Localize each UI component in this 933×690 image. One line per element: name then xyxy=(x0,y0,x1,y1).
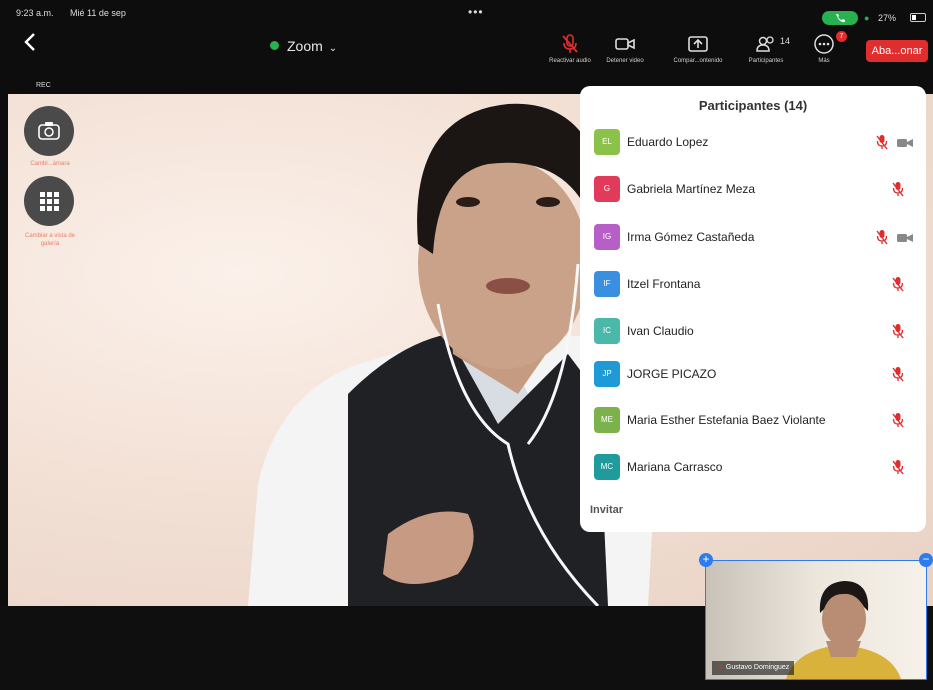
battery-percent: 27% xyxy=(878,13,897,23)
participant-row[interactable]: ME Maria Esther Estefania Baez Violante xyxy=(580,400,926,440)
multitask-dots-icon[interactable]: ••• xyxy=(468,5,484,19)
participant-name: Gabriela Martínez Meza xyxy=(627,182,756,196)
participant-name: Maria Esther Estefania Baez Violante xyxy=(627,413,826,427)
muted-mic-icon: ✕ xyxy=(717,664,723,671)
muted-mic-icon xyxy=(876,134,888,155)
chevron-down-icon: ⌄ xyxy=(328,43,338,54)
participant-row[interactable]: IC Ivan Claudio xyxy=(580,311,926,351)
share-content-label: Compar...ontenido xyxy=(673,58,723,64)
muted-mic-icon xyxy=(892,412,904,433)
grid-icon xyxy=(40,192,59,211)
unmute-label: Reactivar audio xyxy=(549,58,591,64)
expand-thumbnail-button[interactable]: + xyxy=(699,553,713,567)
switch-camera-icon xyxy=(38,122,60,140)
participant-avatar: IF xyxy=(594,271,620,297)
participant-avatar: IG xyxy=(594,224,620,250)
participant-avatar: JP xyxy=(594,361,620,387)
back-button[interactable] xyxy=(22,32,42,54)
self-view-name-tag: ✕ Gustavo Dominguez xyxy=(712,661,795,675)
muted-mic-icon xyxy=(892,366,904,387)
chevron-left-icon xyxy=(24,33,35,51)
participant-avatar: ME xyxy=(594,407,620,433)
meeting-title[interactable]: Zoom ⌄ xyxy=(270,38,337,54)
participants-count: 14 xyxy=(780,36,791,46)
muted-mic-icon xyxy=(892,323,904,344)
participant-row[interactable]: JP JORGE PICAZO xyxy=(580,354,926,394)
switch-camera-button[interactable] xyxy=(24,106,74,156)
stop-video-label: Detener video xyxy=(606,58,644,64)
participant-avatar: MC xyxy=(594,454,620,480)
security-shield-icon xyxy=(270,41,279,50)
participant-avatar: IC xyxy=(594,318,620,344)
self-view-name: Gustavo Dominguez xyxy=(725,664,790,671)
recording-indicator: REC xyxy=(36,82,51,89)
unmute-button[interactable]: Reactivar audio xyxy=(544,34,596,64)
video-camera-icon xyxy=(896,136,914,154)
participant-avatar: EL xyxy=(594,129,620,155)
muted-mic-icon xyxy=(876,229,888,250)
participants-icon xyxy=(756,36,774,52)
video-camera-icon xyxy=(896,231,914,249)
muted-mic-icon xyxy=(892,459,904,480)
muted-mic-icon xyxy=(562,34,578,53)
participant-name: Itzel Frontana xyxy=(627,277,701,291)
status-date: Mié 11 de sep xyxy=(70,8,126,18)
meeting-title-label: Zoom xyxy=(287,38,323,54)
share-screen-icon xyxy=(688,36,708,52)
participant-row[interactable]: IG Irma Gómez Castañeda xyxy=(580,217,926,257)
participant-row[interactable]: IF Itzel Frontana xyxy=(580,264,926,304)
leave-button[interactable]: Aba...onar xyxy=(866,40,928,62)
stop-video-button[interactable]: Detener video xyxy=(600,34,650,64)
minimize-thumbnail-button[interactable]: − xyxy=(919,553,933,567)
status-time: 9:23 a.m. xyxy=(16,8,54,18)
gallery-view-button[interactable] xyxy=(24,176,74,226)
participant-row[interactable]: EL Eduardo Lopez xyxy=(580,122,926,162)
wifi-icon: ● xyxy=(864,13,870,23)
more-icon xyxy=(814,34,834,54)
video-camera-icon xyxy=(615,38,635,50)
participant-name: Eduardo Lopez xyxy=(627,135,709,149)
participant-avatar: G xyxy=(594,176,620,202)
invite-button[interactable]: Invitar xyxy=(590,504,623,516)
status-bar: 9:23 a.m. Mié 11 de sep ••• ● 27% xyxy=(0,0,933,25)
participant-name: Irma Gómez Castañeda xyxy=(627,230,755,244)
switch-camera-label: Cambi...ámara xyxy=(30,161,70,167)
muted-mic-icon xyxy=(892,276,904,297)
self-view-thumbnail[interactable]: ✕ Gustavo Dominguez xyxy=(705,560,927,680)
more-label: Más xyxy=(818,58,830,64)
participant-name: Mariana Carrasco xyxy=(627,460,723,474)
more-notification-badge: 7 xyxy=(836,31,847,42)
share-content-button[interactable]: Compar...ontenido xyxy=(662,34,734,64)
participant-row[interactable]: MC Mariana Carrasco xyxy=(580,447,926,487)
participant-row[interactable]: G Gabriela Martínez Meza xyxy=(580,169,926,209)
participants-label: Participantes xyxy=(748,58,784,64)
participants-panel: Participantes (14) EL Eduardo Lopez G Gabri… xyxy=(580,86,926,532)
active-call-icon[interactable] xyxy=(822,11,858,25)
battery-icon xyxy=(910,13,926,22)
muted-mic-icon xyxy=(892,181,904,202)
gallery-view-label: Cambiar a vista de galería xyxy=(24,233,76,247)
participant-name: JORGE PICAZO xyxy=(627,367,717,381)
panel-title: Participantes (14) xyxy=(698,98,808,113)
participant-name: Ivan Claudio xyxy=(627,324,694,338)
